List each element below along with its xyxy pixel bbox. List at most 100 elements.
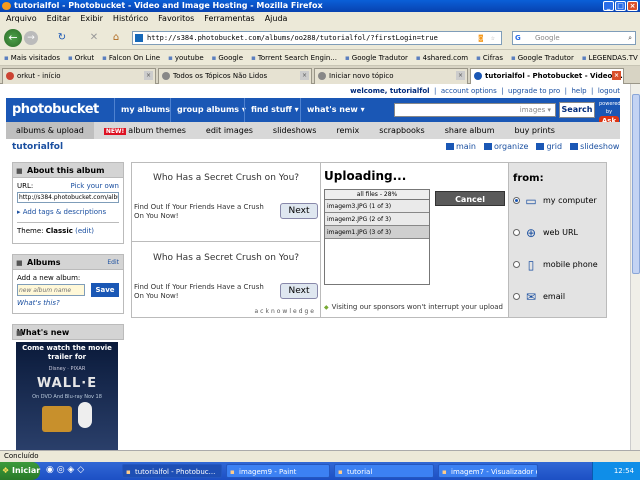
acknowledge-link[interactable]: acknowledge bbox=[255, 308, 317, 315]
radio-button[interactable] bbox=[513, 229, 520, 236]
bookmark-item[interactable]: youtube bbox=[168, 50, 204, 65]
cancel-upload-button[interactable]: Cancel bbox=[435, 191, 505, 206]
view-organize[interactable]: organize bbox=[484, 142, 528, 151]
pick-own-link[interactable]: Pick your own bbox=[70, 182, 119, 190]
bookmark-item[interactable]: Google Tradutor bbox=[511, 50, 574, 65]
tab-remix[interactable]: remix bbox=[326, 122, 369, 139]
tab-albums-upload[interactable]: albums & upload bbox=[6, 122, 94, 139]
pb-search-button[interactable]: Search bbox=[559, 102, 595, 118]
album-name[interactable]: tutorialfol bbox=[12, 142, 63, 152]
home-icon[interactable]: ⌂ bbox=[110, 32, 122, 44]
bookmark-item[interactable]: 4shared.com bbox=[416, 50, 468, 65]
albums-header[interactable]: Albums Edit bbox=[12, 254, 124, 271]
bookmark-item[interactable]: Cifras bbox=[476, 50, 503, 65]
bookmark-item[interactable]: Mais visitados bbox=[4, 50, 60, 65]
tab-novo-topico[interactable]: Iniciar novo tópico × bbox=[314, 68, 468, 84]
url-input[interactable]: http://s384.photobucket.com/albums/oo288… bbox=[132, 31, 502, 45]
nav-group-albums[interactable]: group albums ▾ bbox=[170, 98, 252, 122]
radio-button[interactable] bbox=[513, 197, 520, 204]
task-image-viewer[interactable]: imagem7 - Visualizador d... bbox=[438, 464, 538, 478]
photobucket-logo[interactable]: photobucket bbox=[12, 102, 99, 117]
tab-scrapbooks[interactable]: scrapbooks bbox=[369, 122, 435, 139]
logout-link[interactable]: logout bbox=[598, 87, 620, 95]
album-url-field[interactable]: http://s384.photobucket.com/album bbox=[17, 192, 119, 203]
menu-editar[interactable]: Editar bbox=[47, 12, 71, 26]
stop-icon[interactable]: ✕ bbox=[88, 32, 100, 44]
menu-ajuda[interactable]: Ajuda bbox=[265, 12, 288, 26]
source-mobile-phone[interactable]: ▯ mobile phone bbox=[513, 255, 605, 275]
reload-icon[interactable]: ↻ bbox=[56, 32, 68, 44]
ask-badge[interactable]: powered by Ask bbox=[599, 100, 621, 126]
save-album-button[interactable]: Save bbox=[91, 283, 119, 297]
maximize-button[interactable]: □ bbox=[615, 1, 626, 11]
tab-photobucket[interactable]: tutorialfol - Photobucket - Video ... × bbox=[470, 68, 624, 84]
back-arrow-icon[interactable]: ← bbox=[4, 29, 22, 47]
wall-e-movie-ad[interactable]: Come watch the movie trailer for Disney … bbox=[16, 342, 118, 450]
view-main[interactable]: main bbox=[446, 142, 476, 151]
bookmark-star-icon[interactable]: ☆ bbox=[491, 32, 495, 44]
task-tutorial-folder[interactable]: tutorial bbox=[334, 464, 434, 478]
forward-arrow-icon[interactable]: → bbox=[24, 31, 38, 45]
tab-topicos[interactable]: Todos os Tópicos Não Lidos × bbox=[158, 68, 312, 84]
magnifier-icon[interactable]: ⌕ bbox=[628, 32, 632, 44]
scrollbar-thumb[interactable] bbox=[632, 94, 640, 274]
pb-search-input[interactable]: images ▾ bbox=[394, 103, 556, 117]
view-slideshow[interactable]: slideshow bbox=[570, 142, 619, 151]
tab-close-icon[interactable]: × bbox=[456, 71, 465, 80]
source-email[interactable]: ✉ email bbox=[513, 287, 605, 307]
rss-icon[interactable]: ◙ bbox=[479, 32, 483, 44]
tab-orkut[interactable]: orkut - início × bbox=[2, 68, 156, 84]
source-my-computer[interactable]: ▭ my computer bbox=[513, 191, 605, 211]
tab-album-themes[interactable]: NEW! album themes bbox=[94, 122, 196, 139]
google-g-icon[interactable]: G bbox=[515, 32, 521, 44]
upload-file-list[interactable]: all files - 28% imagem3.JPG (1 of 3) ima… bbox=[324, 189, 430, 285]
task-firefox[interactable]: tutorialfol - Photobuc... bbox=[122, 464, 222, 478]
menu-exibir[interactable]: Exibir bbox=[80, 12, 103, 26]
tab-edit-images[interactable]: edit images bbox=[196, 122, 263, 139]
tab-close-icon[interactable]: × bbox=[612, 71, 621, 80]
menu-arquivo[interactable]: Arquivo bbox=[6, 12, 37, 26]
tab-close-icon[interactable]: × bbox=[144, 71, 153, 80]
start-button[interactable]: Iniciar bbox=[0, 462, 40, 480]
account-options-link[interactable]: account options bbox=[441, 87, 497, 95]
radio-button[interactable] bbox=[513, 293, 520, 300]
bookmark-item[interactable]: Falcon On Line bbox=[102, 50, 160, 65]
menu-ferramentas[interactable]: Ferramentas bbox=[204, 12, 254, 26]
theme-edit-link[interactable]: (edit) bbox=[75, 227, 94, 235]
new-album-name-input[interactable] bbox=[17, 284, 85, 296]
crush-ad-1[interactable]: Who Has a Secret Crush on You? Find Out … bbox=[132, 163, 320, 241]
bookmark-item[interactable]: LEGENDAS.TV bbox=[582, 50, 638, 65]
help-link[interactable]: help bbox=[571, 87, 586, 95]
view-grid[interactable]: grid bbox=[536, 142, 562, 151]
tab-slideshows[interactable]: slideshows bbox=[263, 122, 326, 139]
bookmark-item[interactable]: Google bbox=[212, 50, 243, 65]
ad-subtext: Find Out If Your Friends Have a Crush On… bbox=[134, 203, 264, 220]
menu-historico[interactable]: Histórico bbox=[113, 12, 148, 26]
whats-this-link[interactable]: What's this? bbox=[17, 299, 119, 307]
tab-share-album[interactable]: share album bbox=[435, 122, 505, 139]
search-type-select[interactable]: images ▾ bbox=[520, 106, 551, 114]
nav-my-albums[interactable]: my albums bbox=[114, 98, 176, 122]
about-album-header[interactable]: About this album bbox=[12, 162, 124, 179]
search-engine-input[interactable]: G Google ⌕ bbox=[512, 31, 636, 45]
nav-find-stuff[interactable]: find stuff ▾ bbox=[244, 98, 305, 122]
bookmark-item[interactable]: Torrent Search Engin... bbox=[251, 50, 337, 65]
radio-button[interactable] bbox=[513, 261, 520, 268]
bookmark-item[interactable]: Google Tradutor bbox=[345, 50, 408, 65]
minimize-button[interactable]: _ bbox=[603, 1, 614, 11]
tab-buy-prints[interactable]: buy prints bbox=[505, 122, 565, 139]
source-web-url[interactable]: ⊕ web URL bbox=[513, 223, 605, 243]
albums-edit-link[interactable]: Edit bbox=[107, 255, 119, 271]
quicklaunch-icons[interactable]: ◉ ◎ ◈ ◇ bbox=[46, 465, 84, 475]
ad-next-button[interactable]: Next bbox=[280, 203, 318, 219]
close-button[interactable]: × bbox=[627, 1, 638, 11]
vertical-scrollbar[interactable] bbox=[630, 84, 640, 450]
nav-whats-new[interactable]: what's new ▾ bbox=[300, 98, 371, 122]
task-paint[interactable]: imagem9 - Paint bbox=[226, 464, 330, 478]
tab-close-icon[interactable]: × bbox=[300, 71, 309, 80]
ad-next-button[interactable]: Next bbox=[280, 283, 318, 299]
bookmark-item[interactable]: Orkut bbox=[68, 50, 94, 65]
upgrade-link[interactable]: upgrade to pro bbox=[508, 87, 560, 95]
menu-favoritos[interactable]: Favoritos bbox=[158, 12, 194, 26]
add-tags-link[interactable]: ▸ Add tags & descriptions bbox=[17, 208, 119, 223]
